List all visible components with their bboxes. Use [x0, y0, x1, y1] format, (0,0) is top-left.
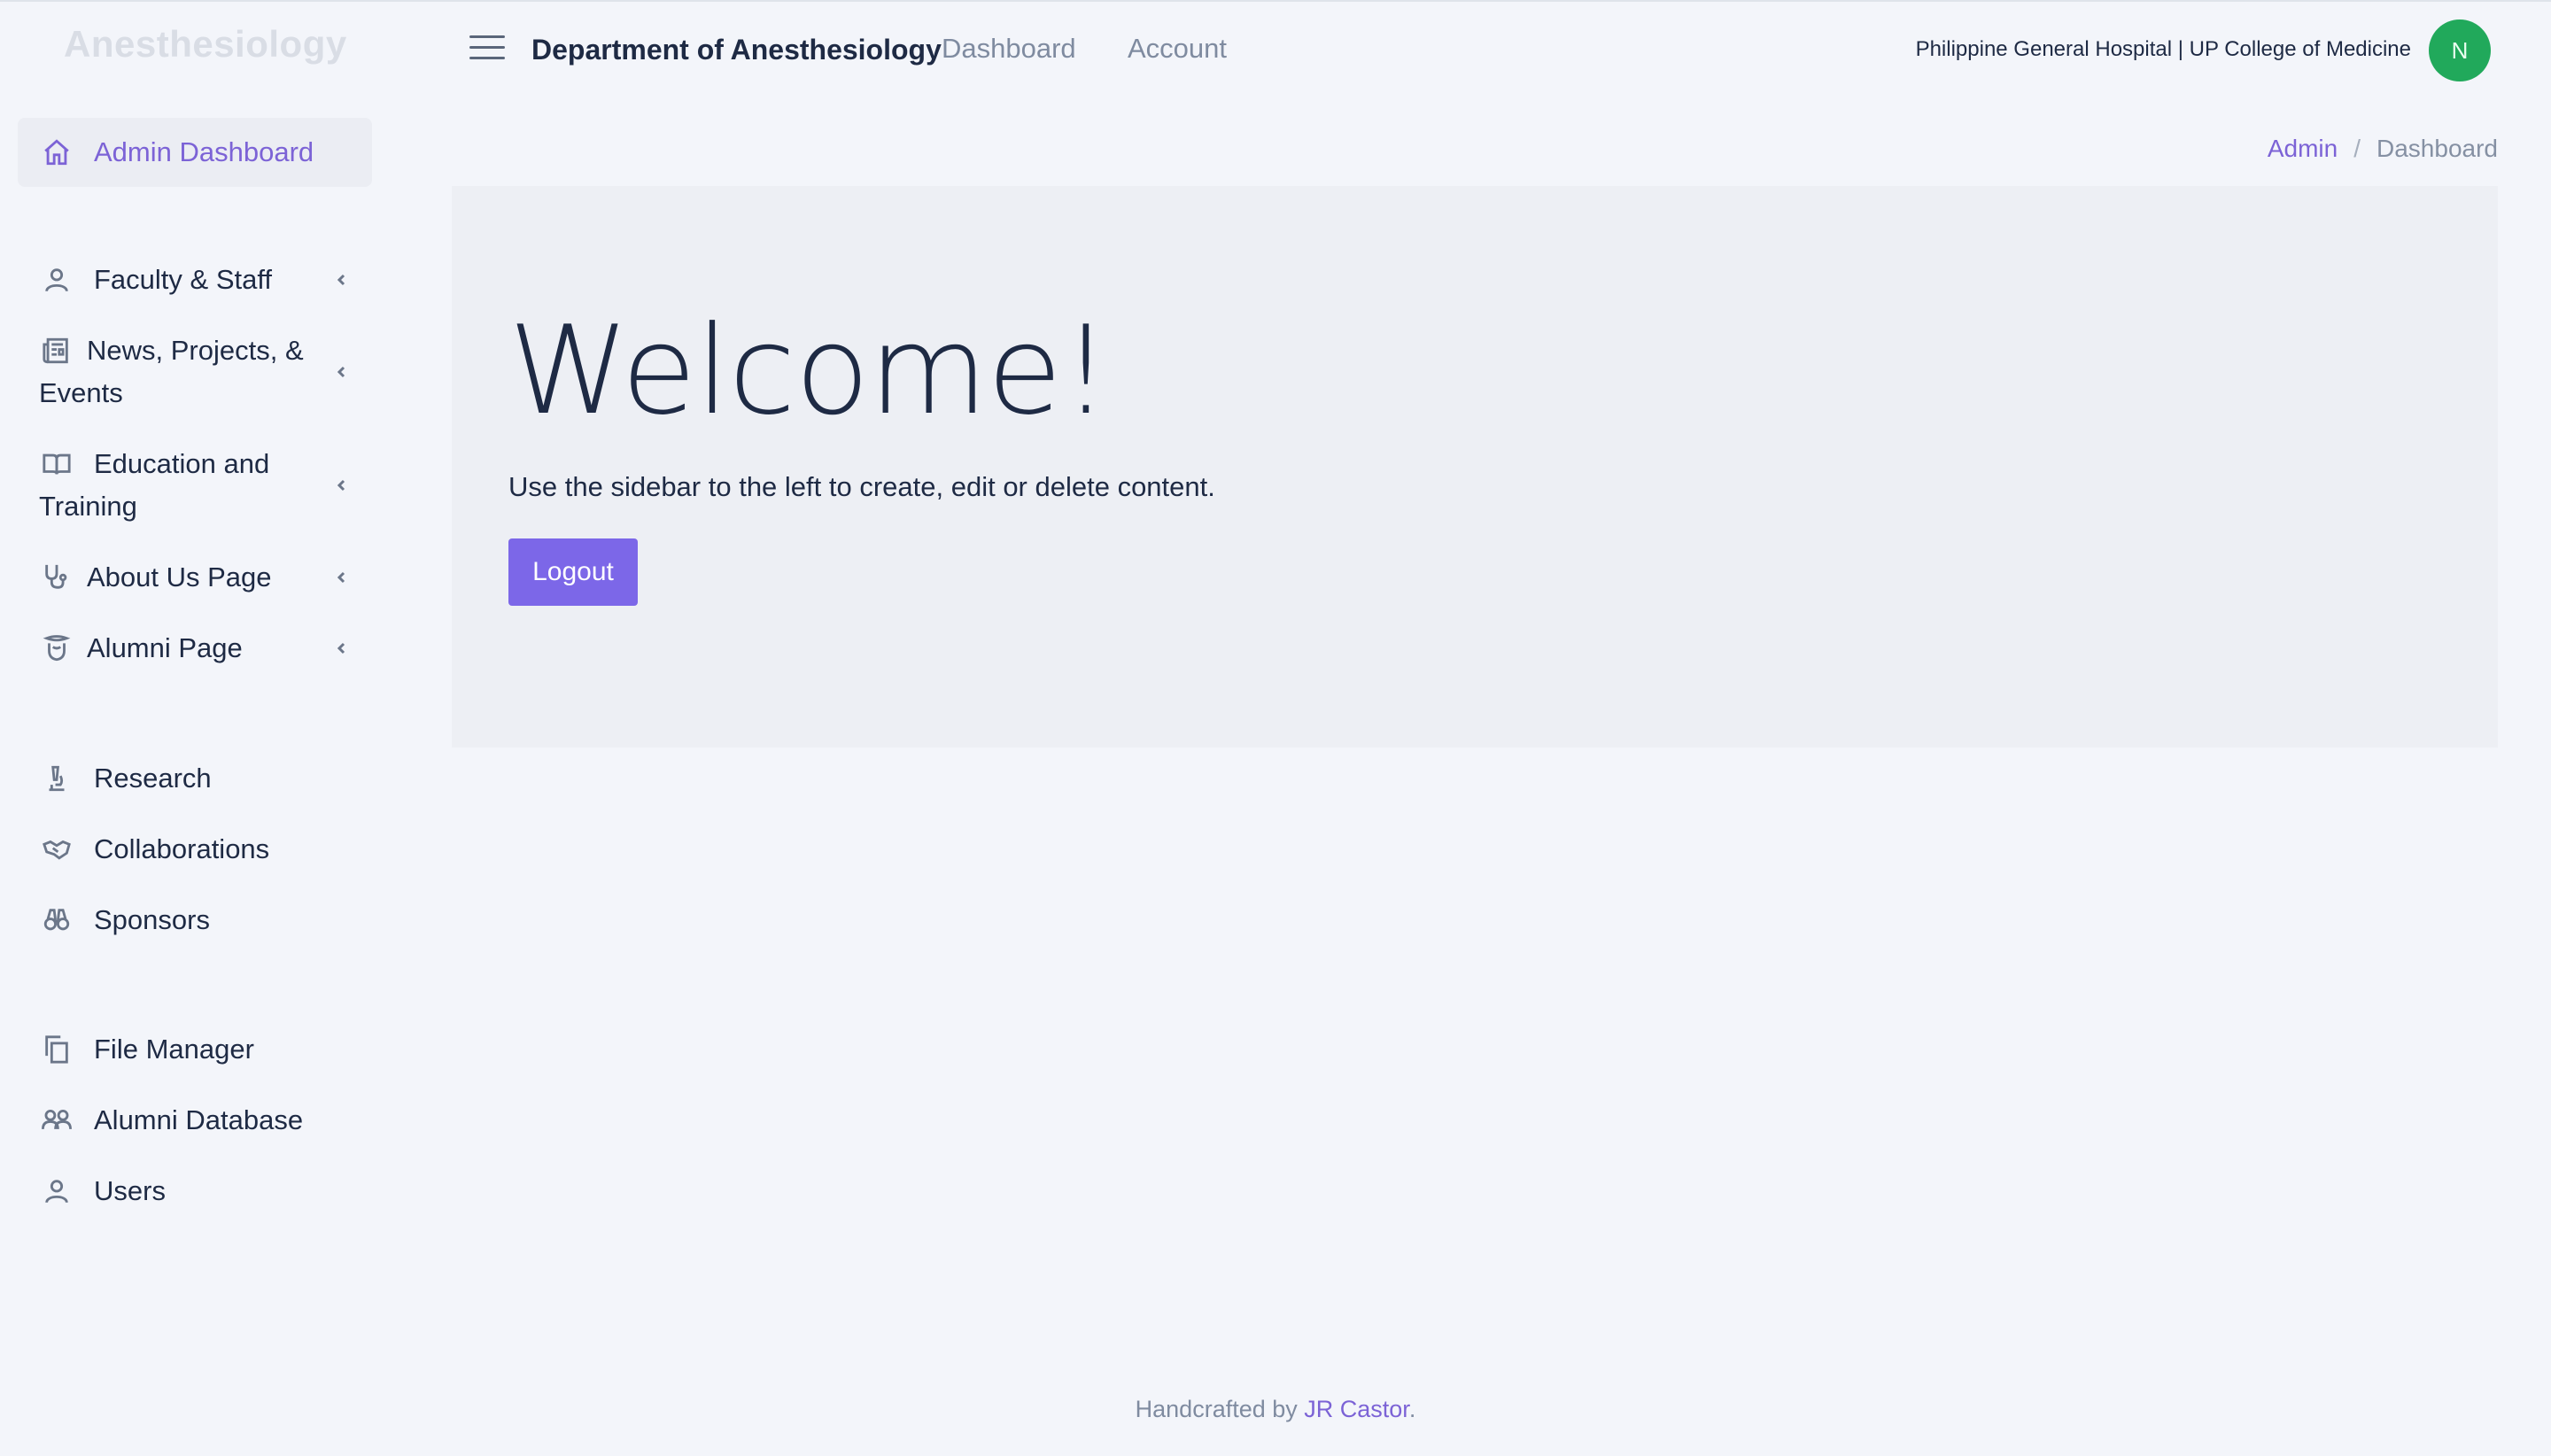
- chevron-left-icon[interactable]: [333, 639, 351, 657]
- sidebar-item-admin-dashboard[interactable]: Admin Dashboard: [18, 118, 372, 187]
- footer-prefix: Handcrafted by: [1135, 1396, 1305, 1422]
- chevron-left-icon[interactable]: [333, 569, 351, 586]
- breadcrumb-admin-link[interactable]: Admin: [2268, 135, 2338, 163]
- breadcrumb: Admin / Dashboard: [2268, 135, 2498, 163]
- sidebar-item-label: Users: [94, 1175, 166, 1206]
- users-icon: [39, 1103, 74, 1138]
- logout-button[interactable]: Logout: [508, 538, 638, 606]
- files-icon: [39, 1032, 74, 1067]
- page-title: Department of Anesthesiology: [531, 34, 942, 66]
- sidebar-item-label: News, Projects, & Events: [39, 335, 304, 408]
- newspaper-icon: [39, 333, 74, 368]
- sidebar-item-label: About Us Page: [87, 561, 272, 592]
- breadcrumb-separator: /: [2353, 135, 2361, 162]
- sidebar-item-news-projects-events[interactable]: News, Projects, & Events: [18, 329, 372, 414]
- breadcrumb-current: Dashboard: [2377, 135, 2498, 162]
- sidebar-item-faculty-staff[interactable]: Faculty & Staff: [18, 259, 372, 301]
- microscope-icon: [39, 761, 74, 796]
- chevron-left-icon[interactable]: [333, 363, 351, 381]
- footer-suffix: .: [1408, 1396, 1416, 1422]
- handshake-icon: [39, 832, 74, 867]
- organization-name: Philippine General Hospital | UP College…: [1915, 37, 2411, 61]
- nav-link-dashboard[interactable]: Dashboard: [942, 33, 1076, 65]
- welcome-description: Use the sidebar to the left to create, e…: [508, 471, 1215, 502]
- sidebar-item-file-manager[interactable]: File Manager: [18, 1028, 372, 1071]
- footer: Handcrafted by JR Castor.: [0, 1396, 2551, 1423]
- sidebar-item-about-us[interactable]: About Us Page: [18, 556, 372, 599]
- sidebar: Anesthesiology Admin Dashboard Faculty &…: [0, 0, 390, 1456]
- binoculars-icon: [39, 902, 74, 938]
- footer-author-link[interactable]: JR Castor: [1304, 1396, 1409, 1422]
- welcome-panel: [452, 186, 2498, 747]
- nav-link-account[interactable]: Account: [1128, 33, 1227, 65]
- avatar[interactable]: N: [2429, 19, 2491, 81]
- hamburger-menu-icon[interactable]: [469, 35, 505, 62]
- sidebar-item-label: Alumni Page: [87, 632, 243, 663]
- sidebar-item-alumni-page[interactable]: Alumni Page: [18, 627, 372, 670]
- sidebar-item-label: Alumni Database: [94, 1104, 304, 1135]
- book-open-icon: [39, 446, 74, 482]
- user-icon: [39, 1173, 74, 1209]
- sidebar-item-research[interactable]: Research: [18, 757, 372, 800]
- sidebar-item-collaborations[interactable]: Collaborations: [18, 828, 372, 871]
- sidebar-item-label: File Manager: [94, 1034, 254, 1065]
- sidebar-item-label: Admin Dashboard: [94, 136, 314, 167]
- sidebar-item-alumni-database[interactable]: Alumni Database: [18, 1099, 372, 1142]
- user-icon: [39, 262, 74, 298]
- graduation-icon: [39, 631, 74, 666]
- sidebar-item-label: Sponsors: [94, 904, 210, 935]
- stethoscope-icon: [39, 560, 74, 595]
- sidebar-item-label: Collaborations: [94, 833, 270, 864]
- chevron-left-icon[interactable]: [333, 271, 351, 289]
- sidebar-item-education-training[interactable]: Education and Training: [18, 443, 372, 528]
- home-icon: [39, 135, 74, 170]
- brand-logo-text[interactable]: Anesthesiology: [64, 23, 347, 66]
- sidebar-item-sponsors[interactable]: Sponsors: [18, 899, 372, 941]
- chevron-left-icon[interactable]: [333, 476, 351, 494]
- sidebar-item-label: Faculty & Staff: [94, 264, 273, 295]
- sidebar-item-users[interactable]: Users: [18, 1170, 372, 1212]
- welcome-heading: Welcome!: [508, 299, 1111, 442]
- sidebar-item-label: Research: [94, 763, 212, 794]
